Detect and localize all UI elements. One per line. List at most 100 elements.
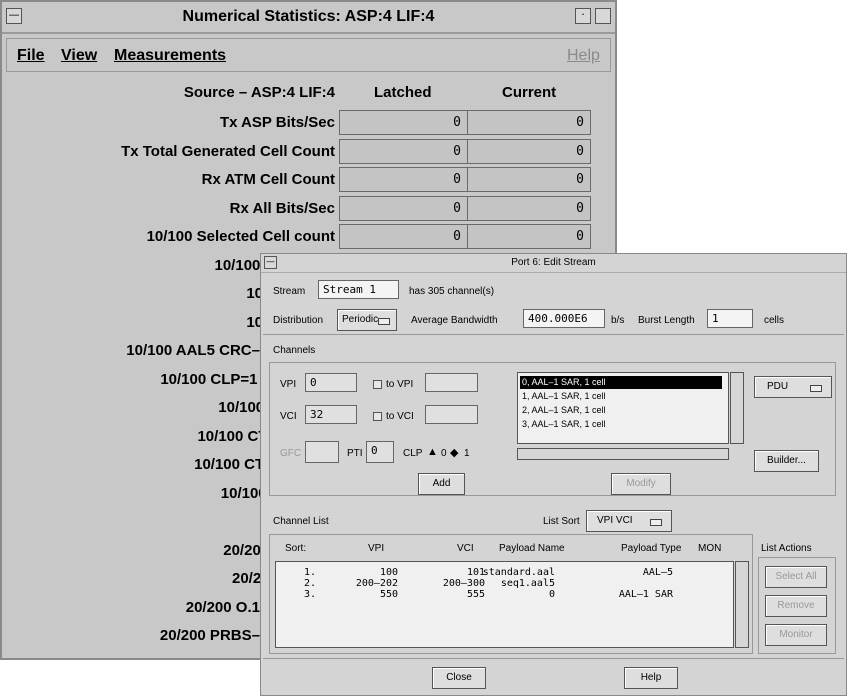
cell-type: AAL–5 <box>642 567 673 578</box>
latched-value: 0 <box>339 110 468 135</box>
builder-button[interactable]: Builder... <box>754 450 819 472</box>
col-payload-name: Payload Name <box>499 543 565 554</box>
maximize-icon[interactable] <box>595 8 611 24</box>
stream-label: Stream <box>273 286 306 297</box>
monitor-button[interactable]: Monitor <box>765 624 827 646</box>
menu-file[interactable]: File <box>17 47 45 65</box>
add-button[interactable]: Add <box>418 473 465 495</box>
cell-vpi: 200–202 <box>355 578 398 589</box>
current-value: 0 <box>467 195 591 221</box>
gfc-label: GFC <box>280 448 302 459</box>
cells-unit: cells <box>764 315 785 326</box>
stat-row-label: 10/100 Selected Cell count <box>146 228 335 245</box>
channels-group-title: Channels <box>273 345 316 356</box>
list-actions-title: List Actions <box>761 543 812 554</box>
table-row[interactable]: 3. 550 555 0 AAL–1 SAR <box>276 589 733 600</box>
cell-vpi: 100 <box>379 567 398 578</box>
to-vci-label: to VCI <box>386 411 414 422</box>
clp-label: CLP <box>403 448 423 459</box>
channel-list-vscrollbar[interactable] <box>735 561 749 648</box>
burst-length-field[interactable]: 1 <box>707 309 753 328</box>
avg-bandwidth-field[interactable]: 400.000E6 <box>523 309 605 328</box>
cell-name: seq1.aal5 <box>500 578 555 589</box>
latched-value: 0 <box>339 195 468 221</box>
close-button[interactable]: Close <box>432 667 486 689</box>
stream-name-field[interactable]: Stream 1 <box>318 280 399 299</box>
col-vpi: VPI <box>368 543 385 554</box>
gfc-field[interactable] <box>305 441 339 463</box>
list-sort-select[interactable]: VPI VCI <box>586 510 672 532</box>
clp1-radio-icon[interactable]: ◆ <box>450 446 458 459</box>
vci-field[interactable]: 32 <box>305 405 357 424</box>
to-vpi-checkbox[interactable] <box>373 380 382 389</box>
list-item[interactable]: 3, AAL–1 SAR, 1 cell <box>520 418 606 431</box>
list-item[interactable]: 0, AAL–1 SAR, 1 cell <box>520 376 722 389</box>
modify-button[interactable]: Modify <box>611 473 671 495</box>
table-row[interactable]: 2. 200–202 200–300 seq1.aal5 <box>276 578 733 589</box>
current-value: 0 <box>467 110 591 135</box>
list-sort-label: List Sort <box>543 516 580 527</box>
vci-label: VCI <box>280 411 297 422</box>
channel-cells-list[interactable]: 0, AAL–1 SAR, 1 cell 1, AAL–1 SAR, 1 cel… <box>517 372 729 444</box>
cell-n: 2. <box>304 578 317 589</box>
stat-row-label: Rx ATM Cell Count <box>201 171 335 188</box>
stats-menubar: File View Measurements Help <box>6 38 611 72</box>
dropdown-indicator-icon <box>810 385 822 392</box>
current-header: Current <box>502 84 557 101</box>
stat-row-label: Tx ASP Bits/Sec <box>219 114 335 131</box>
table-row[interactable]: 1. 100 101 standard.aal AAL–5 <box>276 567 733 578</box>
cell-n: 3. <box>304 589 317 600</box>
channel-list-title: Channel List <box>273 516 329 527</box>
cell-name: standard.aal <box>482 567 555 578</box>
col-payload-type: Payload Type <box>621 543 682 554</box>
source-header: Source – ASP:4 LIF:4 <box>183 84 335 101</box>
current-value: 0 <box>467 224 591 249</box>
to-vci-checkbox[interactable] <box>373 412 382 421</box>
to-vci-field[interactable] <box>425 405 478 424</box>
remove-button[interactable]: Remove <box>765 595 827 617</box>
col-sort: Sort: <box>285 543 307 554</box>
clp0-radio-icon[interactable]: ▲ <box>427 446 438 458</box>
menu-help[interactable]: Help <box>567 47 600 65</box>
bps-unit: b/s <box>611 315 625 326</box>
stat-row-label: Tx Total Generated Cell Count <box>121 142 335 160</box>
vpi-field[interactable]: 0 <box>305 373 357 392</box>
menu-measurements[interactable]: Measurements <box>114 47 226 65</box>
edit-titlebar[interactable]: Port 6: Edit Stream <box>261 254 846 273</box>
latched-value: 0 <box>339 138 468 164</box>
menu-view[interactable]: View <box>61 47 97 65</box>
channel-count-text: has 305 channel(s) <box>409 286 495 297</box>
pti-label: PTI <box>347 448 363 459</box>
col-vci: VCI <box>457 543 474 554</box>
select-all-button[interactable]: Select All <box>765 566 827 588</box>
divider <box>263 334 844 335</box>
pti-field[interactable]: 0 <box>366 441 394 463</box>
current-value: 0 <box>467 167 591 192</box>
latched-header: Latched <box>374 84 432 101</box>
dialog-menu-icon[interactable]: — <box>264 256 277 269</box>
burst-length-label: Burst Length <box>638 315 695 326</box>
cells-list-hscrollbar[interactable] <box>517 448 729 460</box>
minimize-icon[interactable]: · <box>575 8 591 24</box>
stats-window-title: Numerical Statistics: ASP:4 LIF:4 <box>182 8 435 25</box>
current-value: 0 <box>467 138 591 164</box>
to-vpi-label: to VPI <box>386 379 414 390</box>
list-item[interactable]: 1, AAL–1 SAR, 1 cell <box>520 390 606 403</box>
cell-vci: 200–300 <box>442 578 485 589</box>
vpi-label: VPI <box>280 379 297 390</box>
to-vpi-field[interactable] <box>425 373 478 392</box>
cells-list-vscrollbar[interactable] <box>730 372 744 444</box>
clp0-label: 0 <box>441 448 447 459</box>
cell-vpi: 550 <box>379 589 398 600</box>
edit-stream-dialog: Port 6: Edit Stream — Stream Stream 1 ha… <box>260 253 847 696</box>
edit-dialog-title: Port 6: Edit Stream <box>511 257 596 268</box>
stats-titlebar[interactable]: — Numerical Statistics: ASP:4 LIF:4 · <box>2 2 615 34</box>
cell-n: 1. <box>304 567 317 578</box>
channel-list-box[interactable]: 1. 100 101 standard.aal AAL–5 2. 200–202 200–30… <box>275 561 734 648</box>
pdu-select[interactable]: PDU <box>754 376 832 398</box>
col-mon: MON <box>698 543 722 554</box>
distribution-select[interactable]: Periodic <box>337 309 397 331</box>
list-item[interactable]: 2, AAL–1 SAR, 1 cell <box>520 404 606 417</box>
help-button[interactable]: Help <box>624 667 678 689</box>
divider <box>263 658 844 659</box>
